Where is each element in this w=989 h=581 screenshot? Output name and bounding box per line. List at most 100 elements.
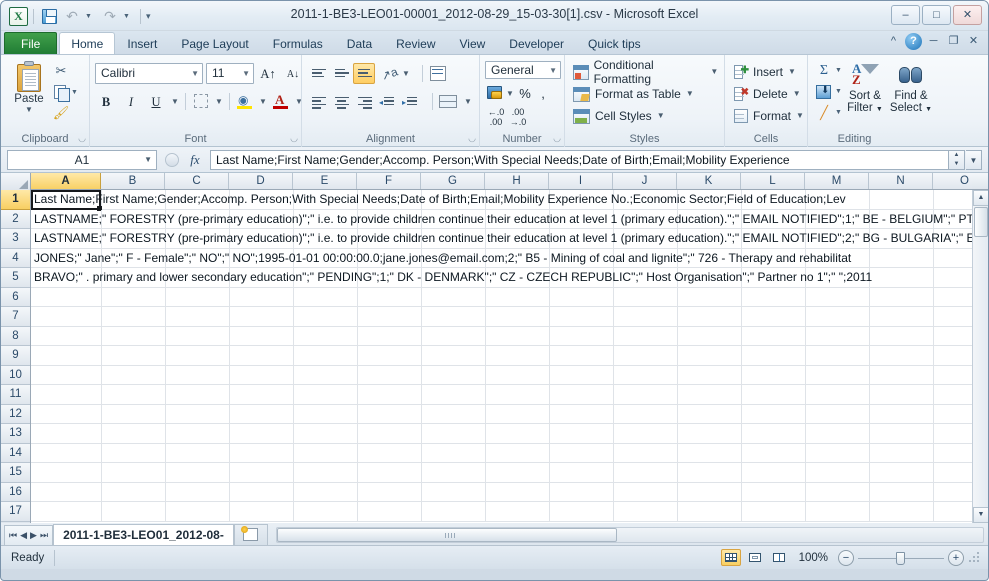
tab-developer[interactable]: Developer bbox=[497, 32, 576, 54]
align-middle-button[interactable] bbox=[330, 63, 352, 84]
table-row[interactable] bbox=[31, 463, 988, 483]
underline-button[interactable]: U bbox=[145, 91, 167, 112]
row-header-15[interactable]: 15 bbox=[1, 463, 30, 483]
insert-cells-button[interactable]: ✚ Insert ▼ bbox=[730, 61, 797, 83]
zoom-slider-knob[interactable] bbox=[896, 551, 905, 565]
row-header-2[interactable]: 2 bbox=[1, 209, 30, 229]
zoom-in-button[interactable]: + bbox=[948, 549, 964, 566]
resize-grip-icon[interactable] bbox=[968, 551, 980, 564]
autosum-dropdown-icon[interactable]: ▼ bbox=[835, 61, 842, 80]
column-header-m[interactable]: M bbox=[805, 173, 869, 189]
page-layout-view-button[interactable] bbox=[745, 549, 765, 566]
column-header-e[interactable]: E bbox=[293, 173, 357, 189]
delete-cells-button[interactable]: ✖ Delete ▼ bbox=[730, 83, 802, 105]
grid-cells[interactable]: Last Name;First Name;Gender;Accomp. Pers… bbox=[31, 190, 988, 523]
page-break-view-button[interactable] bbox=[769, 549, 789, 566]
merge-dropdown-icon[interactable]: ▼ bbox=[463, 91, 473, 112]
zoom-slider[interactable] bbox=[858, 550, 944, 566]
expand-formula-bar-button[interactable]: ▼ bbox=[966, 149, 982, 170]
borders-dropdown-icon[interactable]: ▼ bbox=[214, 91, 224, 112]
table-row[interactable] bbox=[31, 482, 988, 502]
italic-button[interactable]: I bbox=[120, 91, 142, 112]
row-header-16[interactable]: 16 bbox=[1, 482, 30, 502]
table-row[interactable] bbox=[31, 307, 988, 327]
align-left-button[interactable] bbox=[307, 91, 329, 112]
increase-indent-button[interactable]: ▸ bbox=[399, 91, 421, 112]
font-size-combo[interactable]: 11 ▼ bbox=[206, 62, 254, 84]
zoom-level[interactable]: 100% bbox=[793, 552, 834, 564]
row-header-17[interactable]: 17 bbox=[1, 502, 30, 522]
table-row[interactable]: LASTNAME;" FORESTRY (pre-primary educati… bbox=[31, 209, 988, 229]
increase-decimal-button[interactable]: ←.0.00 bbox=[485, 107, 507, 127]
formula-input[interactable]: Last Name;First Name;Gender;Accomp. Pers… bbox=[210, 149, 949, 170]
font-name-combo[interactable]: Calibri ▼ bbox=[95, 62, 203, 84]
percent-style-button[interactable]: % bbox=[515, 86, 535, 101]
column-header-h[interactable]: H bbox=[485, 173, 549, 189]
tab-insert[interactable]: Insert bbox=[115, 32, 169, 54]
autosum-button[interactable]: Σ ▼ bbox=[813, 60, 842, 81]
underline-dropdown-icon[interactable]: ▼ bbox=[170, 91, 180, 112]
tab-file[interactable]: File bbox=[4, 32, 58, 54]
fill-dropdown-icon[interactable]: ▼ bbox=[835, 82, 842, 101]
cut-button[interactable]: ✂ bbox=[52, 61, 78, 81]
row-header-4[interactable]: 4 bbox=[1, 248, 30, 268]
cancel-formula-button[interactable] bbox=[161, 150, 183, 170]
sheet-nav-buttons[interactable]: ⏮ ◀ ▶ ⏭ bbox=[4, 525, 54, 545]
format-painter-button[interactable]: 🖌 bbox=[52, 103, 78, 123]
column-header-l[interactable]: L bbox=[741, 173, 805, 189]
tab-review[interactable]: Review bbox=[384, 32, 447, 54]
cell-styles-button[interactable]: Cell Styles ▼ bbox=[570, 105, 666, 127]
insert-worksheet-button[interactable] bbox=[233, 524, 268, 545]
vertical-scrollbar[interactable]: ▲ ▼ bbox=[972, 190, 988, 523]
nav-last-icon[interactable]: ⏭ bbox=[40, 530, 48, 541]
align-right-button[interactable] bbox=[353, 91, 375, 112]
doc-minimize-icon[interactable]: ─ bbox=[925, 33, 942, 50]
font-color-button[interactable]: A bbox=[271, 91, 291, 112]
tab-page-layout[interactable]: Page Layout bbox=[169, 32, 260, 54]
nav-prev-icon[interactable]: ◀ bbox=[20, 530, 27, 541]
table-row[interactable] bbox=[31, 346, 988, 366]
collapse-ribbon-icon[interactable]: ^ bbox=[885, 33, 902, 50]
column-header-o[interactable]: O bbox=[933, 173, 972, 189]
accounting-format-button[interactable] bbox=[485, 84, 505, 103]
doc-restore-icon[interactable]: ❐ bbox=[945, 33, 962, 50]
horizontal-scrollbar[interactable] bbox=[275, 527, 984, 543]
table-row[interactable]: Last Name;First Name;Gender;Accomp. Pers… bbox=[31, 190, 988, 211]
active-cell-a1[interactable] bbox=[31, 190, 102, 211]
font-dialog-launcher[interactable]: ◡ bbox=[290, 133, 298, 144]
row-header-13[interactable]: 13 bbox=[1, 424, 30, 444]
copy-button[interactable]: ▼ bbox=[52, 82, 78, 102]
row-header-3[interactable]: 3 bbox=[1, 229, 30, 249]
fill-color-dropdown-icon[interactable]: ▼ bbox=[258, 91, 268, 112]
tab-quick-tips[interactable]: Quick tips bbox=[576, 32, 653, 54]
clear-dropdown-icon[interactable]: ▼ bbox=[835, 103, 842, 122]
column-header-i[interactable]: I bbox=[549, 173, 613, 189]
scroll-down-button[interactable]: ▼ bbox=[973, 507, 988, 523]
row-header-6[interactable]: 6 bbox=[1, 287, 30, 307]
nav-first-icon[interactable]: ⏮ bbox=[9, 530, 17, 541]
accounting-dropdown-icon[interactable]: ▼ bbox=[505, 83, 515, 104]
row-header-8[interactable]: 8 bbox=[1, 326, 30, 346]
number-format-combo[interactable]: General ▼ bbox=[485, 61, 561, 79]
row-header-7[interactable]: 7 bbox=[1, 307, 30, 327]
find-select-button[interactable]: Find & Select ▼ bbox=[888, 59, 934, 116]
paste-button[interactable]: Paste ▼ bbox=[6, 59, 52, 114]
conditional-formatting-button[interactable]: Conditional Formatting ▼ bbox=[570, 58, 719, 86]
align-bottom-button[interactable] bbox=[353, 62, 375, 84]
decrease-decimal-button[interactable]: .00 →.0 bbox=[507, 107, 529, 127]
close-button[interactable]: ✕ bbox=[953, 5, 982, 25]
decrease-indent-button[interactable]: ◂ bbox=[376, 91, 398, 112]
format-cells-button[interactable]: Format ▼ bbox=[730, 105, 805, 127]
minimize-button[interactable]: – bbox=[891, 5, 920, 25]
scroll-up-button[interactable]: ▲ bbox=[973, 190, 988, 206]
tab-home[interactable]: Home bbox=[59, 32, 116, 54]
bold-button[interactable]: B bbox=[95, 91, 117, 112]
formula-bar-spinner[interactable]: ▲ ▼ bbox=[949, 149, 965, 170]
table-row[interactable] bbox=[31, 404, 988, 424]
tab-formulas[interactable]: Formulas bbox=[261, 32, 335, 54]
column-header-f[interactable]: F bbox=[357, 173, 421, 189]
zoom-out-button[interactable]: − bbox=[838, 549, 854, 566]
row-header-10[interactable]: 10 bbox=[1, 365, 30, 385]
align-top-button[interactable] bbox=[307, 63, 329, 84]
paste-dropdown-icon[interactable]: ▼ bbox=[6, 106, 52, 114]
